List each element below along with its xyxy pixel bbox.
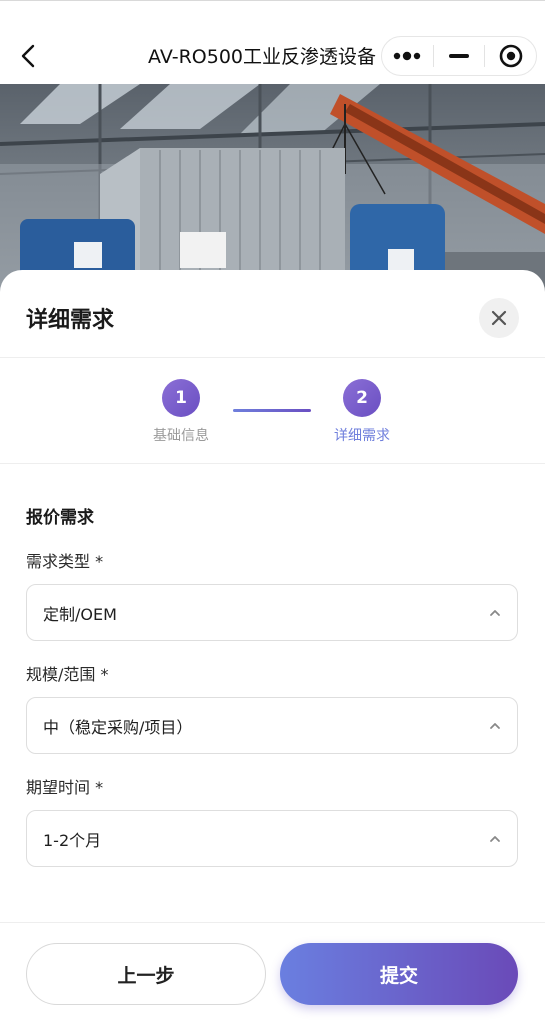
select-value: 1-2个月 <box>43 830 102 850</box>
field-label-demand-type: 需求类型 * <box>26 552 104 571</box>
warehouse-illustration <box>0 84 545 294</box>
sheet-title: 详细需求 <box>26 308 115 333</box>
sheet-footer: 上一步 提交 <box>0 922 545 1024</box>
detail-requirements-sheet: 详细需求 1 基础信息 2 详细需求 报价需求 需求类型 * 定制/OEM 规模… <box>0 270 545 1024</box>
close-icon <box>491 310 507 326</box>
field-label-scale: 规模/范围 * <box>26 665 109 684</box>
product-hero-image <box>0 84 545 294</box>
select-value: 中（稳定采购/项目） <box>43 717 193 737</box>
back-button[interactable] <box>14 39 42 73</box>
step-basic-info[interactable]: 1 基础信息 <box>136 379 226 445</box>
submit-button[interactable]: 提交 <box>280 943 518 1005</box>
step-connector <box>233 409 311 412</box>
mini-program-capsule <box>381 36 537 76</box>
step-detail-requirements[interactable]: 2 详细需求 <box>317 379 407 445</box>
stepper: 1 基础信息 2 详细需求 <box>0 358 545 464</box>
step-number: 2 <box>343 379 381 417</box>
sheet-header: 详细需求 <box>0 270 545 358</box>
quote-form: 报价需求 需求类型 * 定制/OEM 规模/范围 * 中（稳定采购/项目） 期望… <box>26 506 518 867</box>
more-dots-icon <box>394 51 421 61</box>
close-button[interactable] <box>479 298 519 338</box>
minimize-icon <box>449 54 469 58</box>
chevron-up-icon <box>490 609 500 616</box>
minimize-button[interactable] <box>434 37 485 75</box>
chevron-up-icon <box>490 835 500 842</box>
close-miniprogram-button[interactable] <box>485 37 536 75</box>
field-label-expected-time: 期望时间 * <box>26 778 104 797</box>
previous-step-button[interactable]: 上一步 <box>26 943 266 1005</box>
step-number: 1 <box>162 379 200 417</box>
record-icon <box>499 44 522 68</box>
navbar: AV-RO500工业反渗透设备 <box>0 0 545 84</box>
demand-type-select[interactable]: 定制/OEM <box>26 584 518 641</box>
step-label: 基础信息 <box>153 428 209 444</box>
back-arrow-icon <box>21 44 35 68</box>
chevron-up-icon <box>490 722 500 729</box>
nav-title: AV-RO500工业反渗透设备 <box>148 46 376 68</box>
more-button[interactable] <box>382 37 433 75</box>
expected-time-select[interactable]: 1-2个月 <box>26 810 518 867</box>
step-label: 详细需求 <box>334 428 390 444</box>
scale-select[interactable]: 中（稳定采购/项目） <box>26 697 518 754</box>
select-value: 定制/OEM <box>43 604 117 624</box>
section-title: 报价需求 <box>26 508 94 528</box>
